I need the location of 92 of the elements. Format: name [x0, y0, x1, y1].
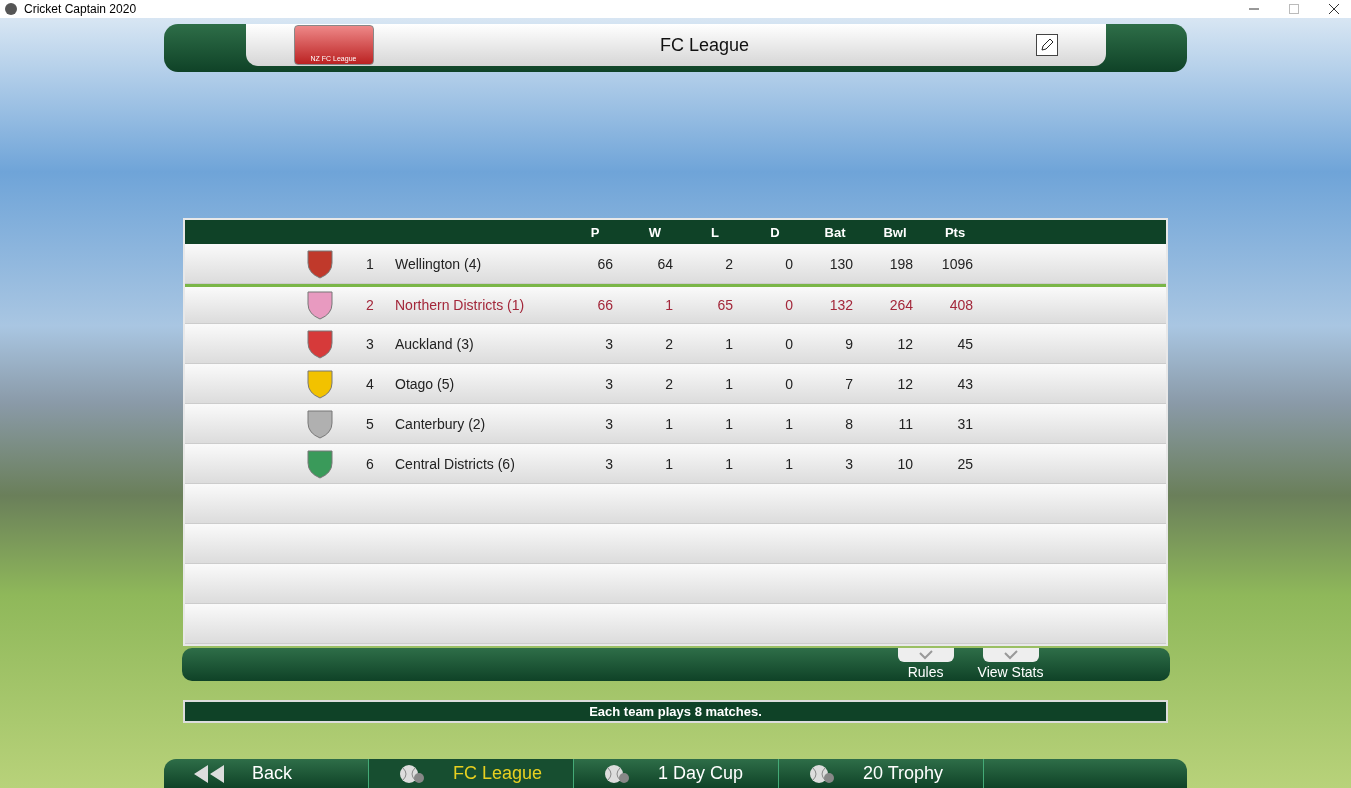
column-header: L	[710, 224, 720, 240]
table-cell-text: 1	[724, 335, 734, 352]
table-cell-text: 1	[724, 415, 734, 432]
position-cell-text: 3	[365, 335, 375, 352]
table-cell-text: 8	[844, 415, 854, 432]
table-cell-text: 0	[784, 297, 794, 313]
table-row[interactable]: 4 Otago (5) 3 2 1 0 7 12 43	[185, 364, 1166, 404]
team-cell-text: Northern Districts (1)	[395, 297, 526, 313]
column-header: Bat	[823, 224, 847, 240]
table-row[interactable]: 1 Wellington (4) 66 64 2 0 130 198 1096	[185, 244, 1166, 284]
close-icon[interactable]	[1329, 4, 1339, 14]
table-row[interactable]: 3 Auckland (3) 3 2 1 0 9 12 45	[185, 324, 1166, 364]
team-shield-icon	[306, 328, 334, 359]
table-cell-text: 0	[784, 375, 794, 392]
action-button[interactable]: View Stats	[977, 648, 1044, 681]
column-header: Pts	[943, 224, 967, 240]
team-shield-icon	[306, 248, 334, 279]
column-header: W	[647, 224, 663, 240]
table-cell-text: 408	[948, 297, 974, 313]
table-cell-text: 1	[724, 375, 734, 392]
team-cell-text: Wellington (4)	[395, 255, 483, 272]
table-cell-text: 2	[664, 335, 674, 352]
table-cell-text: 7	[844, 375, 854, 392]
check-icon	[897, 648, 954, 662]
table-cell-text: 1	[724, 455, 734, 472]
edit-button[interactable]	[1035, 34, 1058, 56]
table-cell-text: 132	[828, 297, 854, 313]
check-icon	[982, 648, 1039, 662]
team-cell-text: Auckland (3)	[395, 335, 475, 352]
table-row[interactable]: 6 Central Districts (6) 3 1 1 1 3 10 25	[185, 444, 1166, 484]
table-cell-text: 31	[956, 415, 974, 432]
table-cell-text: 1	[664, 455, 674, 472]
team-shield-icon	[306, 368, 334, 399]
table-cell-text: 1	[784, 415, 794, 432]
table-cell-text: 130	[828, 255, 854, 272]
table-cell-text: 1096	[940, 255, 974, 272]
table-cell-text: 11	[897, 415, 914, 432]
nav-tab[interactable]: FC League	[369, 759, 574, 788]
table-cell-text: 0	[784, 335, 794, 352]
window-title: Cricket Captain 2020	[24, 2, 137, 16]
team-shield-icon	[306, 408, 334, 439]
table-cell-text: 43	[956, 375, 974, 392]
action-button[interactable]: Rules	[897, 648, 954, 681]
table-cell-text: 1	[784, 455, 794, 472]
cricket-ball-icon	[604, 763, 630, 784]
page-title: FC League	[658, 34, 751, 56]
table-cell-text: 198	[888, 255, 914, 272]
table-cell-text: 0	[784, 255, 794, 272]
table-cell-text: 3	[604, 335, 614, 352]
table-cell-text: 1	[664, 297, 674, 313]
team-cell-text: Central Districts (6)	[395, 455, 516, 472]
table-cell-text: 45	[956, 335, 974, 352]
app-icon	[4, 2, 18, 16]
cricket-ball-icon	[809, 763, 835, 784]
table-row[interactable]: 5 Canterbury (2) 3 1 1 1 8 11 31	[185, 404, 1166, 444]
table-cell-text: 64	[656, 255, 674, 272]
table-cell-text: 1	[664, 415, 674, 432]
position-cell-text: 4	[365, 375, 375, 392]
column-header: D	[769, 224, 781, 240]
table-cell-text: 2	[724, 255, 734, 272]
rewind-arrow-icon	[194, 764, 224, 783]
position-cell-text: 5	[365, 415, 375, 432]
table-cell-text: 25	[956, 455, 974, 472]
cricket-ball-icon	[399, 763, 425, 784]
position-cell-text: 2	[365, 297, 375, 313]
table-row[interactable]: 2 Northern Districts (1) 66 1 65 0 132 264 408	[185, 284, 1166, 324]
table-cell-text: 3	[844, 455, 854, 472]
team-shield-icon	[306, 290, 334, 320]
table-cell-text: 264	[888, 297, 914, 313]
table-cell-text: 3	[604, 455, 614, 472]
table-cell-text: 12	[896, 375, 914, 392]
table-cell-text: 2	[664, 375, 674, 392]
notice-text: Each team plays 8 matches.	[183, 700, 1168, 723]
table-cell-text: 3	[604, 415, 614, 432]
table-cell-text: 66	[596, 255, 614, 272]
team-shield-icon	[306, 448, 334, 479]
table-cell-text: 65	[716, 297, 734, 313]
table-cell-text: 9	[844, 335, 854, 352]
column-header: Bwl	[882, 224, 908, 240]
team-cell-text: Canterbury (2)	[395, 415, 487, 432]
nav-tab[interactable]: 1 Day Cup	[574, 759, 779, 788]
table-cell-text: 66	[596, 297, 614, 313]
team-cell-text: Otago (5)	[395, 375, 456, 392]
table-cell-text: 3	[604, 375, 614, 392]
table-cell-text: 12	[896, 335, 914, 352]
pencil-icon	[1038, 37, 1055, 53]
column-header: P	[589, 224, 601, 240]
back-button[interactable]: Back	[164, 759, 369, 788]
position-cell-text: 1	[365, 255, 375, 272]
nav-tab[interactable]: 20 Trophy	[779, 759, 984, 788]
table-cell-text: 10	[896, 455, 914, 472]
position-cell-text: 6	[365, 455, 375, 472]
